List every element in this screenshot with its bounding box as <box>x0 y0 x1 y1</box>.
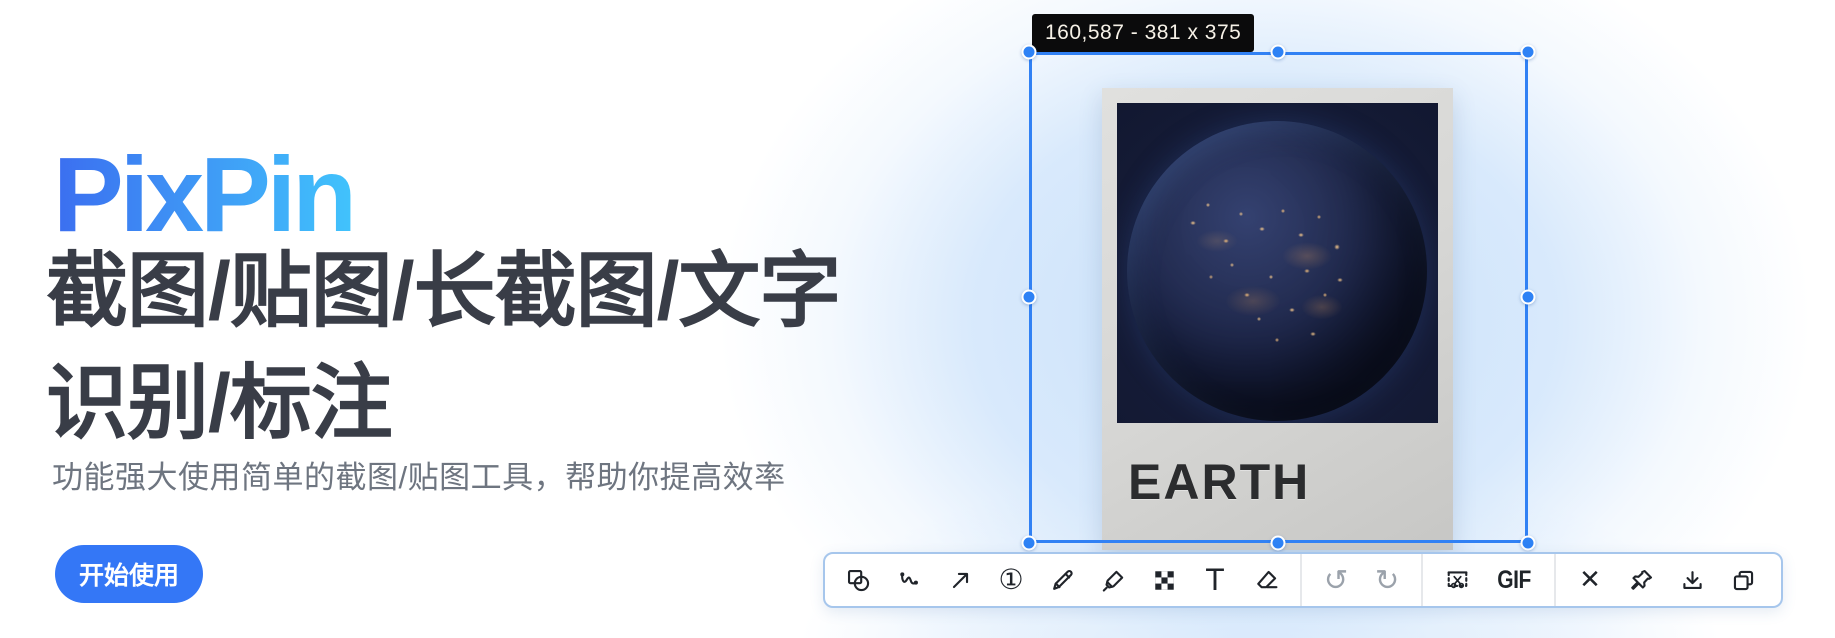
selection-handle-bottom-left[interactable] <box>1022 536 1037 551</box>
undo-button[interactable]: ↺ <box>1319 560 1353 600</box>
pencil-tool-button[interactable] <box>1045 560 1079 600</box>
text-tool-button[interactable]: T <box>1198 560 1232 600</box>
eraser-icon <box>1253 567 1280 594</box>
copy-icon <box>1730 567 1757 594</box>
polyline-tool-button[interactable] <box>892 560 926 600</box>
selection-size-tooltip: 160,587 - 381 x 375 <box>1032 14 1254 52</box>
arrow-icon <box>947 567 974 594</box>
polyline-icon <box>896 567 923 594</box>
shape-icon <box>845 567 872 594</box>
undo-icon: ↺ <box>1324 566 1348 595</box>
number-badge-tool-button[interactable]: ① <box>994 560 1028 600</box>
close-icon: ✕ <box>1579 567 1601 593</box>
selection-handle-bottom-right[interactable] <box>1521 536 1536 551</box>
hero-subtitle: 功能强大使用简单的截图/贴图工具，帮助你提高效率 <box>52 452 786 497</box>
marker-tool-button[interactable] <box>1096 560 1130 600</box>
selection-handle-middle-right[interactable] <box>1521 290 1536 305</box>
toolbar-separator <box>1421 554 1423 606</box>
annotation-toolbar: ① T <box>823 552 1783 608</box>
pin-button[interactable] <box>1624 560 1658 600</box>
brand-logo-text: PixPin <box>53 142 353 248</box>
hero-heading-line1: 截图/贴图/长截图/文字 <box>46 236 840 348</box>
capture-selection-region[interactable] <box>1029 52 1528 543</box>
selection-handle-top-right[interactable] <box>1521 45 1536 60</box>
redo-button[interactable]: ↻ <box>1370 560 1404 600</box>
number-badge-icon: ① <box>998 566 1023 594</box>
pixpin-landing-page: PixPin 截图/贴图/长截图/文字 识别/标注 功能强大使用简单的截图/贴图… <box>0 0 1835 638</box>
shape-tool-button[interactable] <box>841 560 875 600</box>
hero-heading-line2: 识别/标注 <box>46 348 840 460</box>
pushpin-icon <box>1628 567 1655 594</box>
selection-handle-top-center[interactable] <box>1271 45 1286 60</box>
selection-handle-top-left[interactable] <box>1022 45 1037 60</box>
toolbar-separator <box>1554 554 1556 606</box>
download-icon <box>1679 567 1706 594</box>
selection-handle-bottom-center[interactable] <box>1271 536 1286 551</box>
gif-record-button[interactable]: GIF <box>1491 560 1537 600</box>
marker-icon <box>1100 567 1127 594</box>
mosaic-icon <box>1151 567 1178 594</box>
close-button[interactable]: ✕ <box>1573 560 1607 600</box>
mosaic-tool-button[interactable] <box>1147 560 1181 600</box>
save-button[interactable] <box>1675 560 1709 600</box>
text-tool-icon: T <box>1206 566 1224 595</box>
get-started-button[interactable]: 开始使用 <box>55 545 203 603</box>
scissors-capture-icon <box>1444 567 1471 594</box>
copy-button[interactable] <box>1726 560 1760 600</box>
hero-heading: 截图/贴图/长截图/文字 识别/标注 <box>46 236 840 459</box>
ocr-capture-button[interactable] <box>1440 560 1474 600</box>
eraser-tool-button[interactable] <box>1249 560 1283 600</box>
toolbar-separator <box>1300 554 1302 606</box>
selection-handle-middle-left[interactable] <box>1022 290 1037 305</box>
gif-record-label: GIF <box>1497 566 1531 595</box>
redo-icon: ↻ <box>1375 566 1399 595</box>
pencil-icon <box>1049 567 1076 594</box>
arrow-tool-button[interactable] <box>943 560 977 600</box>
